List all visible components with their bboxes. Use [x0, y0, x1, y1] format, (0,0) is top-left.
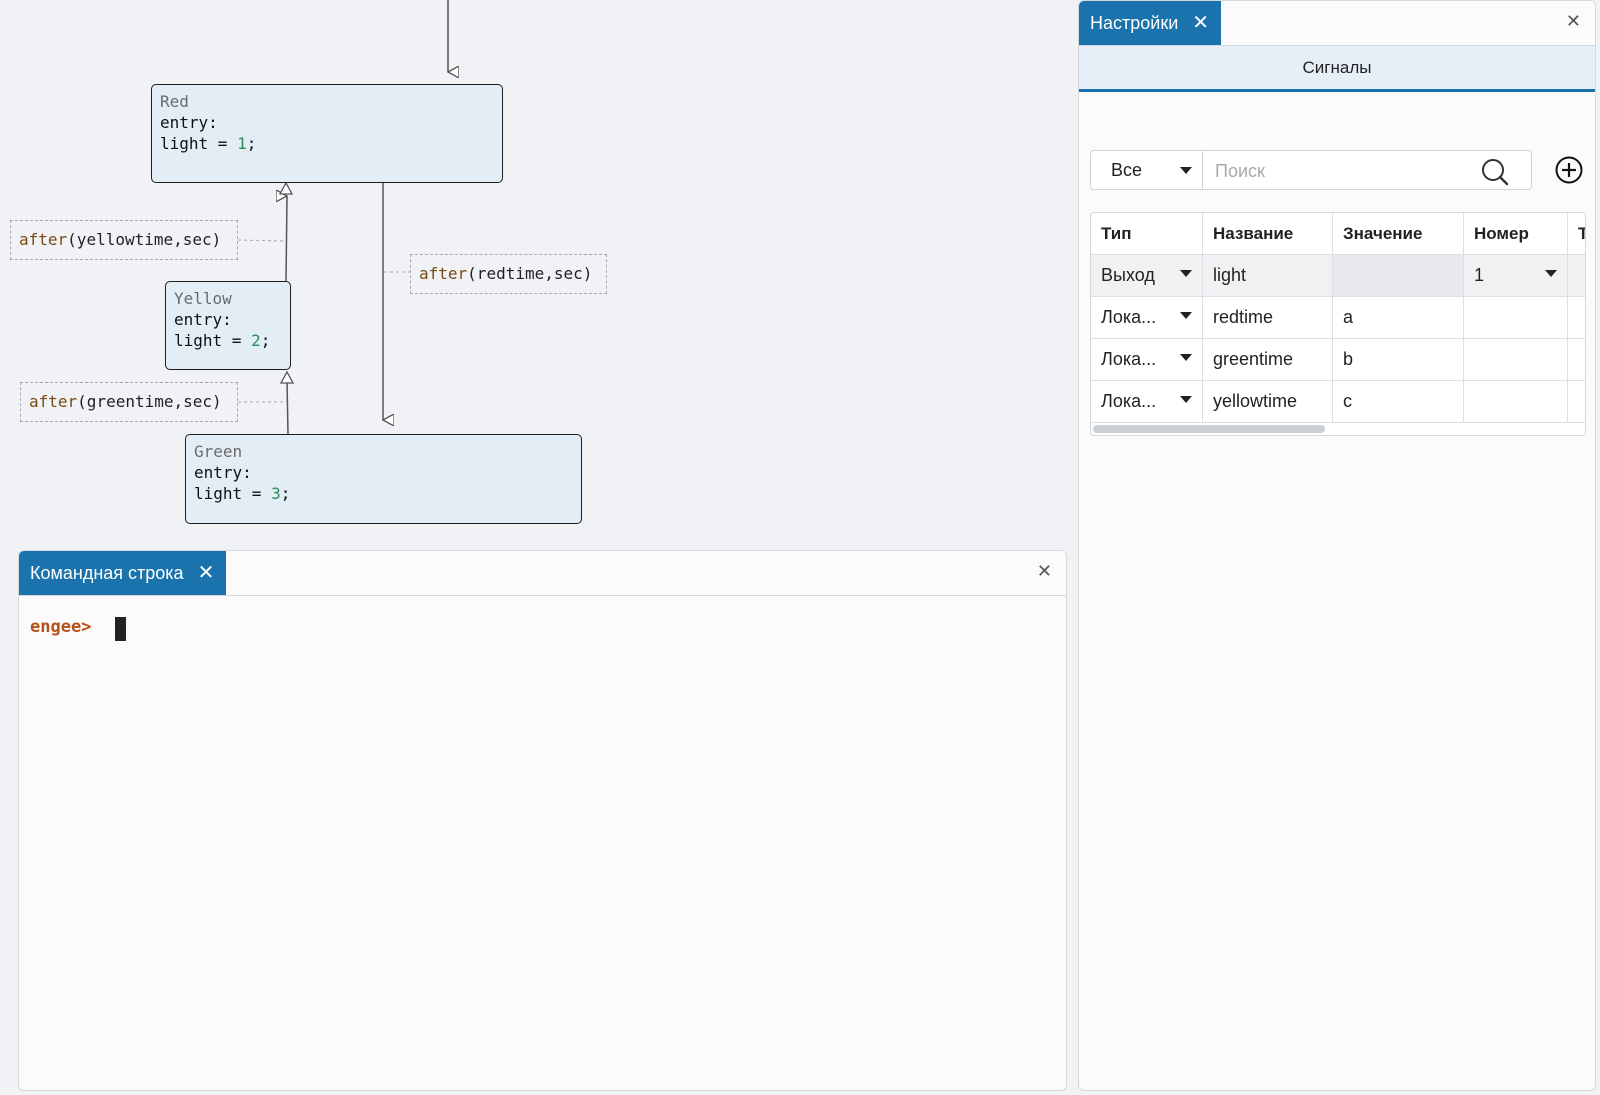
transition-args: (yellowtime,sec)	[67, 230, 222, 249]
tab-label: Настройки	[1090, 12, 1179, 33]
tab-signals[interactable]: Сигналы	[1079, 46, 1595, 92]
search-input[interactable]	[1213, 151, 1477, 191]
table-row[interactable]: Выход light 1	[1091, 255, 1585, 297]
type-filter-dropdown[interactable]: Все	[1090, 150, 1202, 190]
search-field	[1202, 150, 1532, 191]
value-cell[interactable]: a	[1333, 297, 1464, 338]
name-cell[interactable]: greentime	[1203, 339, 1333, 380]
number-cell[interactable]	[1464, 339, 1568, 380]
tab-label: Командная строка	[30, 562, 184, 583]
column-header[interactable]: Тип	[1091, 213, 1203, 254]
state-entry: entry:	[160, 113, 218, 132]
close-icon[interactable]: ✕	[1566, 11, 1581, 32]
tab-command-line[interactable]: Командная строка ✕	[19, 551, 227, 595]
table-row[interactable]: Лока... yellowtime c	[1091, 381, 1585, 423]
console-prompt: engee>	[30, 617, 92, 637]
transition-label-redtime[interactable]: after(redtime,sec)	[410, 254, 607, 294]
extra-cell[interactable]	[1568, 381, 1585, 422]
type-cell[interactable]: Лока...	[1091, 339, 1203, 380]
text-cursor[interactable]	[115, 617, 126, 641]
yellow-to-red-arrow	[286, 196, 287, 282]
table-header-row: Тип Название Значение Номер Т	[1091, 213, 1585, 255]
state-green[interactable]: Green entry: light = 3;	[185, 434, 582, 524]
state-name: Green	[194, 442, 243, 461]
type-value: Лока...	[1101, 349, 1157, 369]
number-value: 1	[1474, 265, 1485, 285]
tab-label: Сигналы	[1302, 57, 1372, 77]
table-row[interactable]: Лока... redtime a	[1091, 297, 1585, 339]
close-icon[interactable]: ✕	[1192, 13, 1209, 33]
value-cell[interactable]: c	[1333, 381, 1464, 422]
close-icon[interactable]: ✕	[198, 563, 215, 583]
table-row[interactable]: Лока... greentime b	[1091, 339, 1585, 381]
caret-down-icon	[1180, 167, 1192, 174]
close-icon[interactable]: ✕	[1037, 561, 1052, 582]
column-header[interactable]: Название	[1203, 213, 1333, 254]
state-diagram-canvas[interactable]: Red entry: light = 1; Yellow entry: ligh…	[0, 0, 1070, 545]
transition-args: (redtime,sec)	[467, 264, 593, 283]
value-cell[interactable]: b	[1333, 339, 1464, 380]
panel-header: Командная строка ✕ ✕	[19, 551, 1066, 596]
extra-cell[interactable]	[1568, 255, 1585, 296]
add-circle-icon[interactable]	[1554, 155, 1584, 185]
state-entry: entry:	[174, 310, 232, 329]
type-cell[interactable]: Лока...	[1091, 297, 1203, 338]
caret-down-icon	[1180, 354, 1192, 361]
column-header[interactable]: Номер	[1464, 213, 1568, 254]
caret-down-icon	[1180, 312, 1192, 319]
type-value: Лока...	[1101, 391, 1157, 411]
state-name: Red	[160, 92, 189, 111]
name-cell[interactable]: light	[1203, 255, 1333, 296]
caret-down-icon	[1180, 396, 1192, 403]
extra-cell[interactable]	[1568, 297, 1585, 338]
name-cell[interactable]: yellowtime	[1203, 381, 1333, 422]
transition-keyword: after	[19, 230, 68, 249]
state-yellow[interactable]: Yellow entry: light = 2;	[165, 281, 291, 370]
transition-keyword: after	[29, 392, 78, 411]
value-cell[interactable]	[1333, 255, 1464, 296]
search-icon[interactable]	[1481, 158, 1509, 186]
type-value: Лока...	[1101, 307, 1157, 327]
state-entry: entry:	[194, 463, 252, 482]
transition-keyword: after	[419, 264, 468, 283]
type-value: Выход	[1101, 265, 1155, 285]
column-header[interactable]: Т	[1568, 213, 1585, 254]
horizontal-scrollbar[interactable]	[1093, 425, 1325, 433]
panel-header: Настройки ✕ ✕	[1079, 1, 1595, 46]
state-action: light = 3;	[194, 484, 291, 503]
type-cell[interactable]: Выход	[1091, 255, 1203, 296]
state-action: light = 1;	[160, 134, 257, 153]
state-action: light = 2;	[174, 331, 271, 350]
caret-down-icon	[1180, 270, 1192, 277]
state-name: Yellow	[174, 289, 232, 308]
command-line-panel: Командная строка ✕ ✕ engee>	[18, 550, 1067, 1091]
number-cell[interactable]: 1	[1464, 255, 1568, 296]
extra-cell[interactable]	[1568, 339, 1585, 380]
signals-toolbar: Все	[1090, 150, 1584, 192]
transition-label-yellowtime[interactable]: after(yellowtime,sec)	[10, 220, 238, 260]
transition-args: (greentime,sec)	[77, 392, 222, 411]
caret-down-icon	[1545, 270, 1557, 277]
number-cell[interactable]	[1464, 297, 1568, 338]
transition-label-greentime[interactable]: after(greentime,sec)	[20, 382, 238, 422]
type-cell[interactable]: Лока...	[1091, 381, 1203, 422]
number-cell[interactable]	[1464, 381, 1568, 422]
name-cell[interactable]: redtime	[1203, 297, 1333, 338]
tab-settings[interactable]: Настройки ✕	[1079, 1, 1222, 45]
signals-table: Тип Название Значение Номер Т Выход ligh…	[1090, 212, 1586, 436]
filter-value: Все	[1111, 159, 1143, 180]
column-header[interactable]: Значение	[1333, 213, 1464, 254]
state-red[interactable]: Red entry: light = 1;	[151, 84, 503, 183]
settings-panel: Настройки ✕ ✕ Сигналы Все Тип	[1078, 0, 1596, 1091]
green-to-yellow-arrow	[286, 379, 289, 435]
